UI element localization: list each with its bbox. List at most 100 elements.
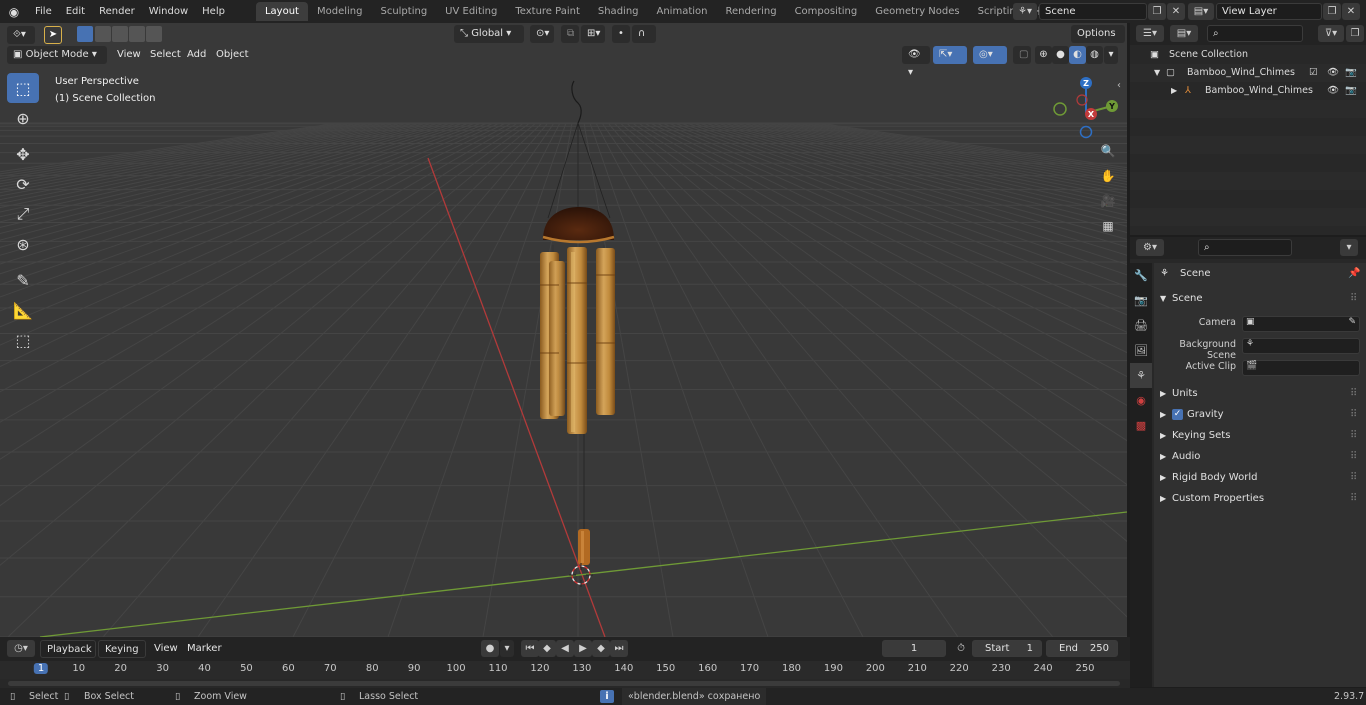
world-properties-icon[interactable]: ◉ [1130, 388, 1152, 413]
scene-name-field[interactable]: Scene [1039, 3, 1147, 20]
stopwatch-icon[interactable]: ⏱ [952, 640, 970, 657]
outliner-row-scene-collection[interactable]: ▣ Scene Collection [1130, 46, 1366, 64]
camera-view-icon[interactable]: 🎥 [1097, 190, 1119, 212]
add-cube-tool-icon[interactable]: ⬚ [7, 325, 39, 355]
scale-tool-icon[interactable]: ⤢ [7, 199, 39, 229]
select-mode-new-icon[interactable] [77, 26, 93, 42]
drag-handle-icon[interactable]: ⠿ [1350, 404, 1357, 425]
output-properties-icon[interactable]: 🖨 [1130, 313, 1152, 338]
3d-viewport[interactable]: ⟐▾ ➤ ⤡ Global ▾ ⊙▾ ⧉ ⊞▾ • ∩ Options ▾ ▣ … [0, 23, 1127, 637]
background-scene-field[interactable]: ⚘ [1242, 338, 1360, 354]
end-frame-field[interactable]: End 250 [1046, 640, 1118, 657]
camera-field[interactable]: ▣ ✎ [1242, 316, 1360, 332]
shading-material-icon[interactable]: ◐ [1069, 46, 1086, 64]
select-mode-subtract-icon[interactable] [112, 26, 128, 42]
render-properties-icon[interactable]: 📷 [1130, 288, 1152, 313]
shading-rendered-icon[interactable]: ◍ [1086, 46, 1103, 64]
outliner-display-mode-icon[interactable]: ▤▾ [1170, 25, 1198, 42]
timeline-editor-type-icon[interactable]: ◷▾ [7, 640, 35, 657]
audio-panel-header[interactable]: ▶ Audio ⠿ [1154, 446, 1366, 467]
transform-tool-icon[interactable]: ⊛ [7, 229, 39, 259]
playback-menu[interactable]: Playback ▾ [40, 640, 96, 673]
new-collection-icon[interactable]: ❐ [1346, 25, 1364, 42]
custom-properties-panel-header[interactable]: ▶ Custom Properties ⠿ [1154, 488, 1366, 509]
tab-texture-paint[interactable]: Texture Paint [506, 2, 589, 21]
status-message[interactable]: «blender.blend» сохранено [622, 688, 767, 705]
proportional-falloff-icon[interactable]: ∩ [632, 25, 656, 43]
gravity-checkbox[interactable]: ✓ [1172, 409, 1183, 420]
drag-handle-icon[interactable]: ⠿ [1350, 383, 1357, 404]
drag-handle-icon[interactable]: ⠿ [1350, 288, 1357, 309]
move-tool-icon[interactable]: ✥ [7, 139, 39, 169]
menu-render[interactable]: Render [92, 0, 142, 23]
outliner-row-collection[interactable]: ▼ ▢ Bamboo_Wind_Chimes ☑ 👁 📷 [1130, 64, 1366, 82]
outliner-row-object[interactable]: ▶ ⅄ Bamboo_Wind_Chimes 👁 📷 [1130, 82, 1366, 100]
tab-modeling[interactable]: Modeling [308, 2, 372, 21]
pin-icon[interactable]: 📌 [1348, 263, 1360, 284]
snap-toggle-icon[interactable]: ⧉ [561, 25, 579, 43]
properties-search-input[interactable]: ⌕ [1198, 239, 1292, 256]
outliner-editor-type-icon[interactable]: ☰▾ [1136, 25, 1164, 42]
menu-file[interactable]: File [28, 0, 59, 23]
tab-layout[interactable]: Layout [255, 2, 308, 21]
sidebar-toggle-icon[interactable]: ‹ [1117, 80, 1121, 91]
view-layer-selector-icon[interactable]: ▤▾ [1188, 3, 1214, 20]
delete-view-layer-icon[interactable]: ✕ [1342, 3, 1360, 20]
xray-toggle-icon[interactable]: ▢ [1013, 46, 1031, 64]
delete-scene-icon[interactable]: ✕ [1167, 3, 1185, 20]
start-frame-field[interactable]: Start 1 [972, 640, 1042, 657]
render-camera-icon[interactable]: 📷 [1345, 64, 1357, 82]
options-dropdown[interactable]: Options ▾ [1071, 25, 1125, 57]
visibility-filter-icon[interactable]: 👁▾ [902, 46, 930, 78]
menu-window[interactable]: Window [142, 0, 195, 23]
prev-keyframe-icon[interactable]: ◆ [538, 640, 556, 657]
menu-add[interactable]: Add [187, 46, 206, 64]
proportional-edit-icon[interactable]: • [612, 25, 630, 43]
tab-animation[interactable]: Animation [648, 2, 717, 21]
drag-handle-icon[interactable]: ⠿ [1350, 425, 1357, 446]
menu-view[interactable]: View [117, 46, 141, 64]
jump-start-icon[interactable]: ⏮ [521, 640, 539, 657]
auto-keying-record-icon[interactable]: ● [481, 640, 499, 657]
view-layer-properties-icon[interactable]: 🖼 [1130, 338, 1152, 363]
properties-options-icon[interactable]: ▾ [1340, 239, 1358, 256]
select-mode-extend-icon[interactable] [95, 26, 111, 42]
blender-logo-icon[interactable]: ◉ [0, 5, 28, 19]
units-panel-header[interactable]: ▶ Units ⠿ [1154, 383, 1366, 404]
menu-help[interactable]: Help [195, 0, 232, 23]
next-keyframe-icon[interactable]: ◆ [592, 640, 610, 657]
tab-shading[interactable]: Shading [589, 2, 648, 21]
render-camera-icon[interactable]: 📷 [1345, 82, 1357, 100]
pivot-point-dropdown[interactable]: ⊙▾ [530, 25, 554, 43]
rotate-tool-icon[interactable]: ⟳ [7, 169, 39, 199]
expand-arrow-icon[interactable]: ▼ [1154, 64, 1160, 82]
menu-select[interactable]: Select [150, 46, 181, 64]
snap-target-dropdown[interactable]: ⊞▾ [581, 25, 605, 43]
scene-selector-icon[interactable]: ⚘▾ [1013, 3, 1037, 20]
keying-sets-panel-header[interactable]: ▶ Keying Sets ⠿ [1154, 425, 1366, 446]
timeline-menu-marker[interactable]: Marker [187, 640, 222, 658]
timeline-menu-view[interactable]: View [154, 640, 178, 658]
play-icon[interactable]: ▶ [574, 640, 592, 657]
rigid-body-world-panel-header[interactable]: ▶ Rigid Body World ⠿ [1154, 467, 1366, 488]
select-mode-invert-icon[interactable] [129, 26, 145, 42]
select-tool-icon[interactable]: ➤ [44, 26, 62, 44]
cursor-tool-icon[interactable]: ⊕ [7, 103, 39, 133]
measure-tool-icon[interactable]: 📐 [7, 295, 39, 325]
tab-uv-editing[interactable]: UV Editing [436, 2, 506, 21]
include-checkbox-icon[interactable]: ☑ [1309, 64, 1318, 82]
gravity-panel-header[interactable]: ▶ ✓ Gravity ⠿ [1154, 404, 1366, 425]
frame-ruler[interactable]: 1 10 20 30 40 50 60 70 80 90 100 110 120 130 140 150 160… [0, 661, 1130, 679]
menu-edit[interactable]: Edit [59, 0, 92, 23]
drag-handle-icon[interactable]: ⠿ [1350, 467, 1357, 488]
shading-solid-icon[interactable]: ● [1052, 46, 1069, 64]
jump-end-icon[interactable]: ⏭ [610, 640, 628, 657]
outliner-search-input[interactable]: ⌕ [1207, 25, 1303, 42]
outliner-filter-icon[interactable]: ⊽▾ [1318, 25, 1344, 42]
select-mode-intersect-icon[interactable] [146, 26, 162, 42]
visibility-eye-icon[interactable]: 👁 [1327, 64, 1339, 82]
eyedropper-icon[interactable]: ✎ [1348, 317, 1356, 327]
zoom-icon[interactable]: 🔍 [1097, 140, 1119, 162]
ortho-grid-icon[interactable]: ▦ [1097, 215, 1119, 237]
transform-orientation-dropdown[interactable]: ⤡ Global ▾ [454, 25, 524, 43]
